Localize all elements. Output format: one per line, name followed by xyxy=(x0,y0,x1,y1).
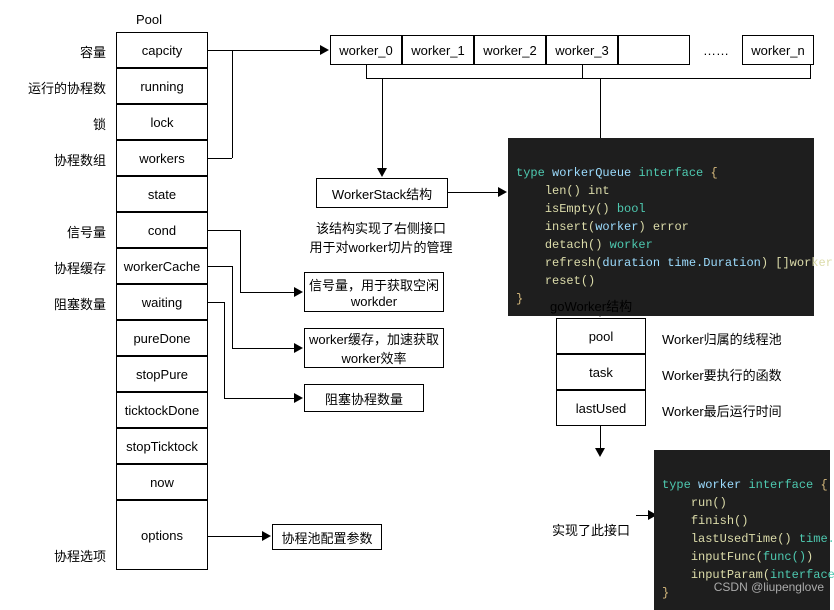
watermark: CSDN @liupenglove xyxy=(714,580,824,594)
workerstack-box: WorkerStack结构 xyxy=(316,178,448,208)
workerstack-desc: 该结构实现了右侧接口 用于对worker切片的管理 xyxy=(276,218,486,256)
goworker-title: goWorker结构 xyxy=(550,296,632,315)
goworker-pool: pool xyxy=(556,318,646,354)
note-waiting: 阻塞协程数量 xyxy=(304,384,424,412)
pool-ticktockDone: ticktockDone xyxy=(116,392,208,428)
label-running: 运行的协程数 xyxy=(6,78,106,97)
goworker-note-task: Worker要执行的函数 xyxy=(662,365,782,384)
label-options: 协程选项 xyxy=(6,546,106,565)
goworker-impl-note: 实现了此接口 xyxy=(552,520,630,539)
worker-4 xyxy=(618,35,690,65)
worker-dots: …… xyxy=(690,35,742,65)
pool-stopPure: stopPure xyxy=(116,356,208,392)
label-waiting: 阻塞数量 xyxy=(6,294,106,313)
pool-lock: lock xyxy=(116,104,208,140)
pool-capacity: capcity xyxy=(116,32,208,68)
worker-2: worker_2 xyxy=(474,35,546,65)
pool-waiting: waiting xyxy=(116,284,208,320)
pool-title: Pool xyxy=(136,12,162,27)
code-workerqueue: type workerQueue interface { len() int i… xyxy=(508,138,814,316)
pool-options: options xyxy=(116,500,208,570)
pool-cond: cond xyxy=(116,212,208,248)
pool-workerCache: workerCache xyxy=(116,248,208,284)
worker-0: worker_0 xyxy=(330,35,402,65)
pool-now: now xyxy=(116,464,208,500)
pool-workers: workers xyxy=(116,140,208,176)
note-options: 协程池配置参数 xyxy=(272,524,382,550)
note-workerCache: worker缓存，加速获取worker效率 xyxy=(304,328,444,368)
pool-pureDone: pureDone xyxy=(116,320,208,356)
label-capacity: 容量 xyxy=(6,42,106,61)
goworker-note-lastUsed: Worker最后运行时间 xyxy=(662,401,782,420)
label-workers: 协程数组 xyxy=(6,150,106,169)
pool-state: state xyxy=(116,176,208,212)
goworker-note-pool: Worker归属的线程池 xyxy=(662,329,782,348)
label-workerCache: 协程缓存 xyxy=(6,258,106,277)
label-cond: 信号量 xyxy=(6,222,106,241)
worker-n: worker_n xyxy=(742,35,814,65)
worker-1: worker_1 xyxy=(402,35,474,65)
note-cond: 信号量，用于获取空闲workder xyxy=(304,272,444,312)
label-lock: 锁 xyxy=(6,114,106,133)
goworker-task: task xyxy=(556,354,646,390)
pool-stopTicktock: stopTicktock xyxy=(116,428,208,464)
pool-running: running xyxy=(116,68,208,104)
worker-3: worker_3 xyxy=(546,35,618,65)
goworker-lastUsed: lastUsed xyxy=(556,390,646,426)
